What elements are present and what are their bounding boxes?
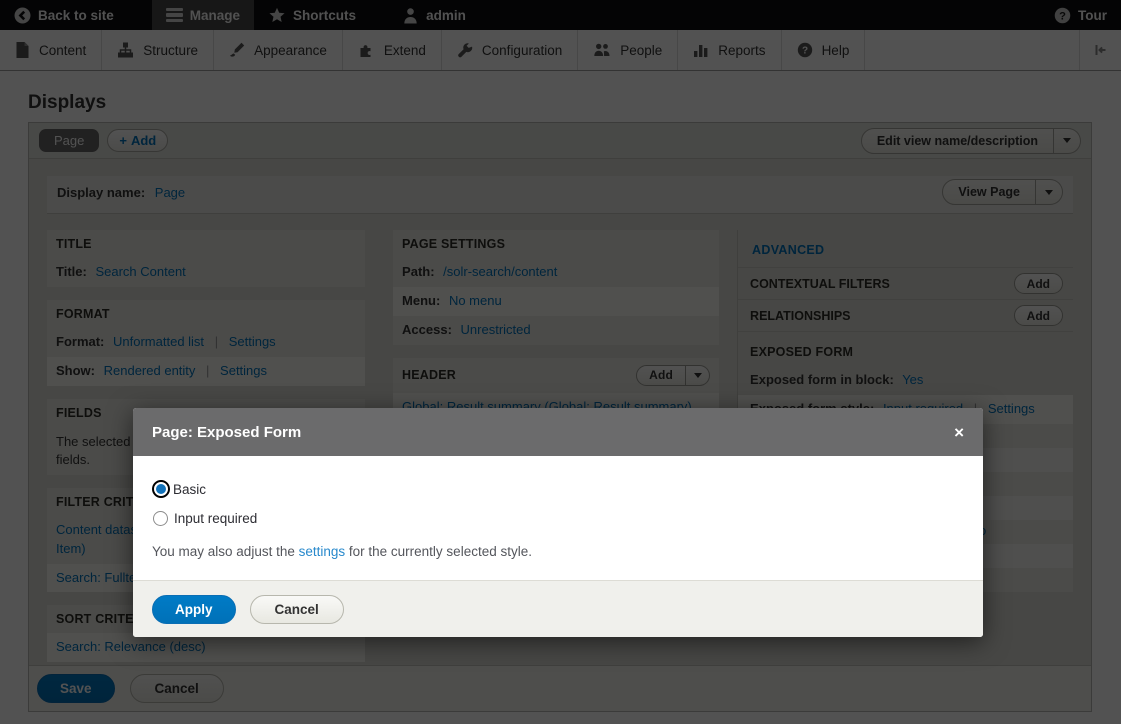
- radio-unchecked-icon[interactable]: [153, 511, 168, 526]
- radio-dot: [156, 484, 166, 494]
- apply-button[interactable]: Apply: [152, 595, 236, 624]
- dialog-body: Basic Input required You may also adjust…: [133, 456, 983, 580]
- radio-input-required-label[interactable]: Input required: [174, 511, 257, 526]
- dialog-title: Page: Exposed Form: [152, 424, 301, 441]
- note-text: You may also adjust the: [152, 544, 299, 559]
- settings-link[interactable]: settings: [299, 544, 346, 559]
- radio-option-basic[interactable]: Basic: [152, 480, 963, 498]
- radio-checked-icon[interactable]: [152, 480, 170, 498]
- dialog-buttons: Apply Cancel: [133, 580, 983, 637]
- dialog-header: Page: Exposed Form ×: [133, 408, 983, 456]
- dialog-cancel-button[interactable]: Cancel: [250, 595, 344, 624]
- radio-basic-label[interactable]: Basic: [173, 482, 206, 497]
- close-icon[interactable]: ×: [954, 424, 964, 441]
- dialog-note: You may also adjust the settings for the…: [152, 544, 963, 559]
- exposed-form-dialog: Page: Exposed Form × Basic Input require…: [133, 408, 983, 637]
- radio-option-input-required[interactable]: Input required: [152, 509, 963, 527]
- note-text: for the currently selected style.: [345, 544, 532, 559]
